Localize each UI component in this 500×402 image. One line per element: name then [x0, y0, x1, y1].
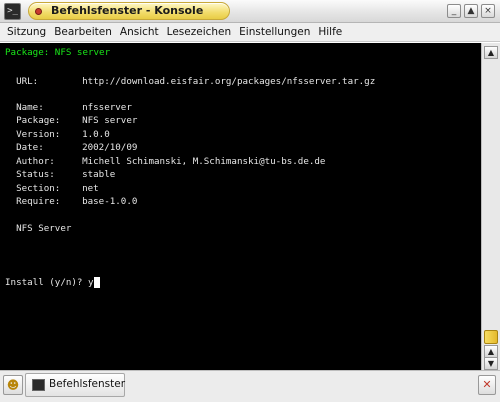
menu-ansicht[interactable]: Ansicht — [116, 26, 163, 38]
field-label: Name: — [16, 102, 44, 113]
url-label: URL: — [16, 76, 39, 87]
menu-lesezeichen[interactable]: Lesezeichen — [163, 26, 236, 38]
title-bar: >_ Befehlsfenster - Konsole _ ▲ × — [0, 0, 500, 23]
menu-sitzung[interactable]: Sitzung — [3, 26, 50, 38]
field-value: base-1.0.0 — [82, 196, 138, 207]
session-tab[interactable]: Befehlsfenster — [25, 373, 125, 397]
menu-bearbeiten[interactable]: Bearbeiten — [50, 26, 116, 38]
field-row-version: Version: 1.0.0 — [5, 129, 110, 140]
install-prompt-line[interactable]: Install (y/n)? y — [5, 277, 100, 288]
close-session-button[interactable]: ✕ — [478, 375, 496, 395]
menu-einstellungen[interactable]: Einstellungen — [235, 26, 314, 38]
field-value: net — [82, 183, 99, 194]
package-header: Package: NFS server — [5, 47, 111, 58]
scroll-thumb[interactable] — [484, 330, 498, 344]
field-label: Package: — [16, 115, 61, 126]
field-row-name: Name: nfsserver — [5, 102, 132, 113]
field-label: Require: — [16, 196, 61, 207]
install-prompt: Install (y/n)? — [5, 277, 88, 288]
field-label: Status: — [16, 169, 55, 180]
minimize-button[interactable]: _ — [447, 4, 461, 18]
close-button[interactable]: × — [481, 4, 495, 18]
field-row-date: Date: 2002/10/09 — [5, 142, 137, 153]
description-line: NFS Server — [5, 223, 71, 234]
field-row-author: Author: Michell Schimanski, M.Schimanski@… — [5, 156, 325, 167]
field-row-package: Package: NFS server — [5, 115, 137, 126]
field-value: Michell Schimanski, M.Schimanski@tu-bs.d… — [82, 156, 326, 167]
field-label: Section: — [16, 183, 61, 194]
field-label: Date: — [16, 142, 44, 153]
field-value: 2002/10/09 — [82, 142, 138, 153]
maximize-button[interactable]: ▲ — [464, 4, 478, 18]
window-title-pill[interactable]: Befehlsfenster - Konsole — [28, 2, 230, 20]
url-value: http://download.eisfair.org/packages/nfs… — [82, 76, 376, 87]
window-title: Befehlsfenster - Konsole — [51, 4, 204, 17]
field-row-section: Section: net — [5, 183, 99, 194]
session-tab-label: Befehlsfenster — [49, 378, 126, 390]
session-tab-bar: ☻ Befehlsfenster ✕ — [0, 370, 500, 402]
konsole-app-icon[interactable]: >_ — [4, 3, 21, 20]
scroll-down-button[interactable]: ▼ — [484, 357, 498, 370]
field-label: Version: — [16, 129, 61, 140]
menu-hilfe[interactable]: Hilfe — [314, 26, 346, 38]
field-value: stable — [82, 169, 116, 180]
field-row-require: Require: base-1.0.0 — [5, 196, 137, 207]
new-session-button[interactable]: ☻ — [3, 375, 23, 395]
terminal-icon — [32, 379, 45, 391]
field-row-status: Status: stable — [5, 169, 115, 180]
field-value: NFS server — [82, 115, 138, 126]
scroll-up-button[interactable]: ▲ — [484, 46, 498, 59]
field-label: Author: — [16, 156, 55, 167]
pin-icon[interactable] — [35, 8, 42, 15]
text-cursor — [93, 277, 100, 288]
url-line: URL: http://download.eisfair.org/packages… — [5, 76, 375, 87]
vertical-scrollbar[interactable]: ▲ ▲ ▼ — [481, 43, 500, 370]
menu-bar: Sitzung Bearbeiten Ansicht Lesezeichen E… — [0, 23, 500, 42]
field-value: 1.0.0 — [82, 129, 110, 140]
field-value: nfsserver — [82, 102, 132, 113]
terminal-output[interactable]: Package: NFS server URL: http://download.… — [0, 43, 481, 370]
description-text: NFS Server — [16, 223, 72, 234]
